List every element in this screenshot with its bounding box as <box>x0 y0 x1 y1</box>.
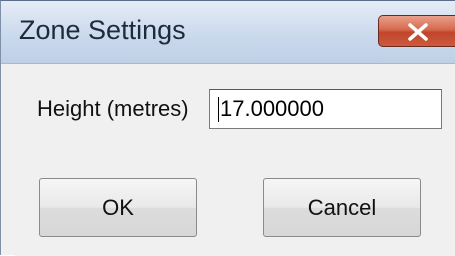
height-input[interactable] <box>209 89 442 129</box>
close-icon <box>408 23 428 41</box>
close-button[interactable] <box>378 15 455 47</box>
cancel-button[interactable]: Cancel <box>263 178 421 237</box>
height-label: Height (metres) <box>37 96 189 121</box>
dialog-title: Zone Settings <box>19 15 186 45</box>
ok-button[interactable]: OK <box>39 178 197 237</box>
title-bar[interactable]: Zone Settings <box>1 1 455 64</box>
zone-settings-dialog: Zone Settings Height (metres) OK Cancel <box>0 0 455 256</box>
text-caret <box>218 97 219 122</box>
